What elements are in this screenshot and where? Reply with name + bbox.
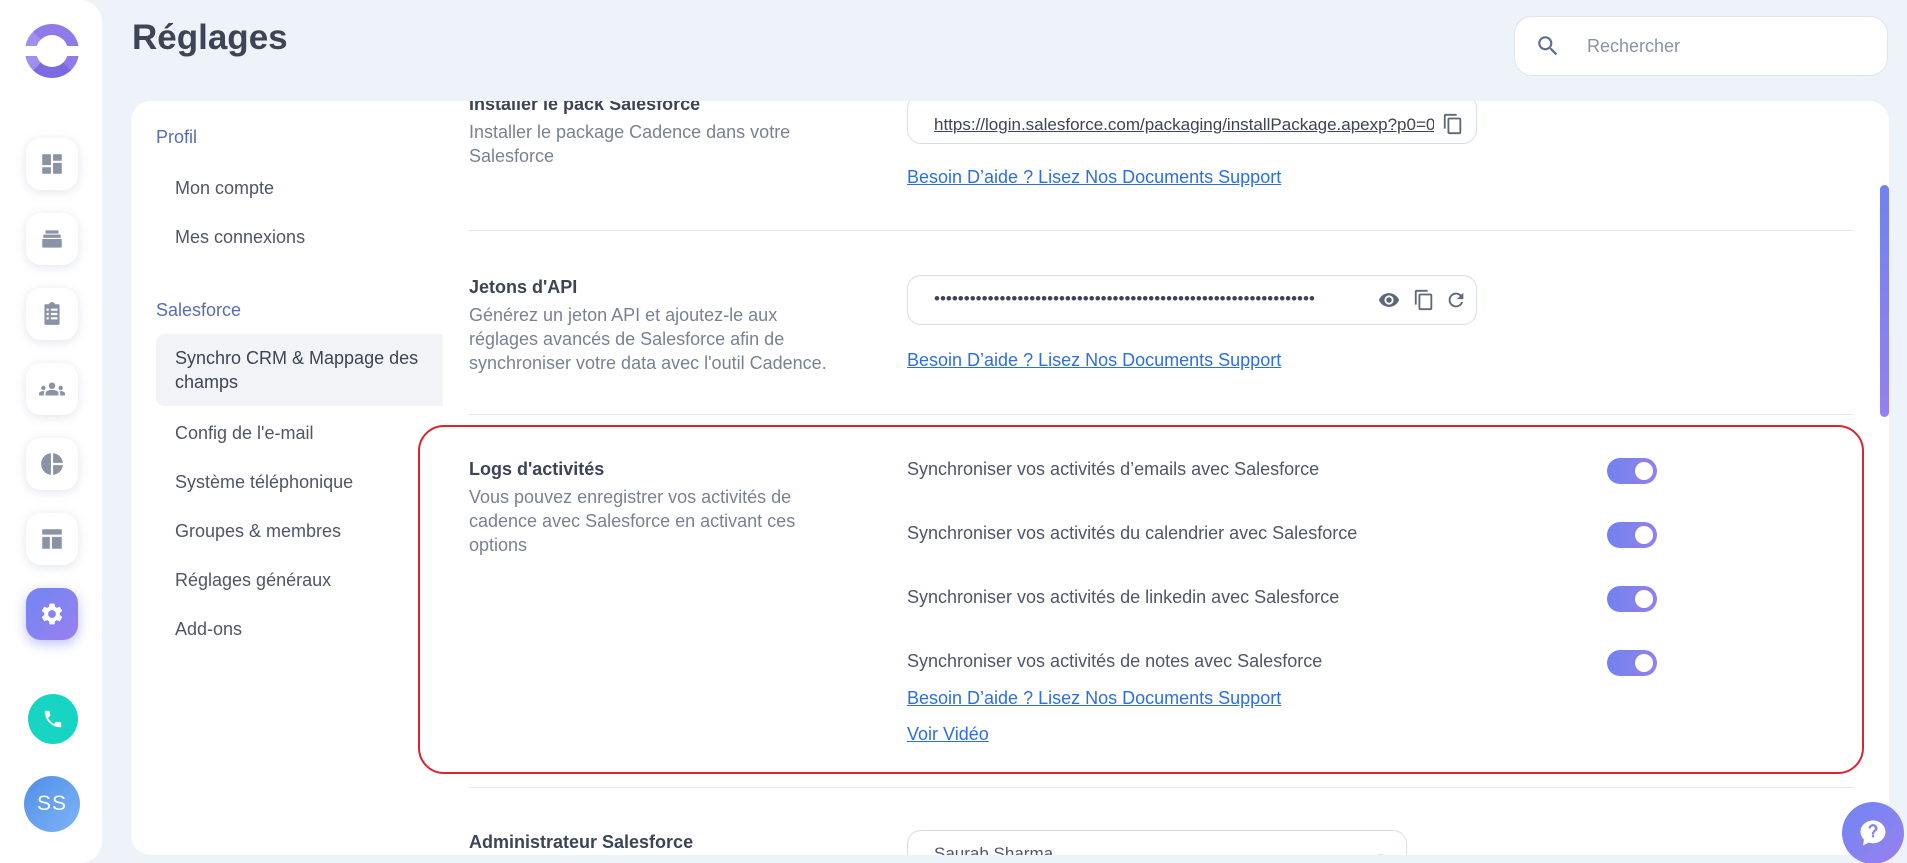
show-token-button[interactable] — [1378, 289, 1400, 311]
page-title: Réglages — [132, 18, 288, 57]
cadence-logo[interactable] — [22, 24, 82, 78]
dialer-button[interactable] — [28, 694, 78, 744]
api-section-description: Générez un jeton API et ajoutez-le aux r… — [469, 305, 827, 373]
toggle-label-emails: Synchroniser vos activités d’emails avec… — [907, 459, 1320, 479]
admin-select-value: Saurab Sharma — [934, 844, 1054, 855]
subnav-item-add-ons[interactable]: Add-ons — [156, 617, 443, 641]
admin-select[interactable]: Saurab Sharma — [907, 830, 1407, 855]
user-avatar[interactable]: SS — [24, 776, 80, 832]
dashboard-icon — [42, 154, 62, 174]
toggle-sync-emails[interactable] — [1607, 458, 1657, 484]
eye-icon — [1378, 293, 1400, 307]
logs-section-title: Logs d'activités — [469, 459, 605, 479]
search-box[interactable] — [1514, 16, 1888, 76]
api-token-field[interactable]: ••••••••••••••••••••••••••••••••••••••••… — [907, 275, 1477, 325]
toggle-label-calendar: Synchroniser vos activités du calendrier… — [907, 523, 1358, 543]
chevron-down-icon — [1378, 854, 1384, 855]
phone-icon — [44, 710, 62, 728]
toggle-label-notes: Synchroniser vos activités de notes avec… — [907, 651, 1323, 671]
content-scrollbar[interactable] — [1880, 185, 1889, 417]
subnav-item-synchro-crm[interactable]: Synchro CRM & Mappage des champs — [156, 334, 443, 406]
settings-card: Profil Mon compte Mes connexions Salesfo… — [131, 101, 1889, 855]
logs-section-description: Vous pouvez enregistrer vos activités de… — [469, 487, 796, 555]
salesforce-settings-content: Installer le pack Salesforce Installer l… — [443, 101, 1889, 855]
install-section-description: Installer le package Cadence dans votre … — [469, 122, 791, 166]
subnav-item-groupes-membres[interactable]: Groupes & membres — [156, 519, 443, 543]
people-nav-button[interactable] — [26, 363, 78, 415]
copy-icon — [1443, 113, 1462, 135]
divider — [469, 787, 1854, 788]
refresh-icon — [1448, 292, 1464, 308]
logs-help-link[interactable]: Besoin D’aide ? Lisez Nos Documents Supp… — [907, 688, 1281, 709]
copy-token-button[interactable] — [1413, 289, 1435, 311]
watch-video-link[interactable]: Voir Vidéo — [907, 724, 989, 745]
toggle-sync-notes[interactable] — [1607, 650, 1657, 676]
subnav-item-systeme-telephonique[interactable]: Système téléphonique — [156, 470, 443, 494]
layers-icon — [42, 230, 62, 248]
subnav-item-mes-connexions[interactable]: Mes connexions — [156, 225, 443, 249]
app-sidebar: SS — [0, 0, 102, 863]
help-chat-button[interactable] — [1842, 802, 1904, 863]
subnav-item-config-email[interactable]: Config de l'e-mail — [156, 421, 443, 445]
search-input[interactable] — [1587, 35, 1867, 57]
tasks-nav-button[interactable] — [26, 288, 78, 340]
divider — [469, 414, 1854, 415]
api-section-title: Jetons d'API — [469, 277, 578, 297]
install-section-title: Installer le pack Salesforce — [469, 101, 701, 114]
toggle-sync-calendar[interactable] — [1607, 522, 1657, 548]
api-help-link[interactable]: Besoin D’aide ? Lisez Nos Documents Supp… — [907, 350, 1281, 371]
install-help-link[interactable]: Besoin D’aide ? Lisez Nos Documents Supp… — [907, 167, 1281, 188]
cadences-nav-button[interactable] — [26, 213, 78, 265]
analytics-nav-button[interactable] — [26, 438, 78, 490]
toggle-label-linkedin: Synchroniser vos activités de linkedin a… — [907, 587, 1340, 607]
pie-chart-icon — [41, 453, 63, 475]
people-icon — [39, 382, 65, 396]
chat-icon — [1860, 820, 1886, 846]
gear-icon — [41, 603, 63, 625]
settings-nav-button[interactable] — [26, 588, 78, 640]
settings-subnav: Profil Mon compte Mes connexions Salesfo… — [131, 101, 443, 855]
admin-section-title: Administrateur Salesforce — [469, 832, 694, 852]
templates-nav-button[interactable] — [26, 513, 78, 565]
subnav-group-salesforce: Salesforce — [156, 300, 242, 320]
install-url-link[interactable]: https://login.salesforce.com/packaging/i… — [934, 115, 1434, 135]
subnav-group-profil: Profil — [156, 127, 198, 147]
toggle-sync-linkedin[interactable] — [1607, 586, 1657, 612]
divider — [469, 230, 1854, 231]
copy-url-button[interactable] — [1442, 113, 1464, 135]
clipboard-icon — [44, 302, 60, 325]
copy-icon — [1414, 289, 1433, 311]
dashboard-nav-button[interactable] — [26, 138, 78, 190]
api-token-value: ••••••••••••••••••••••••••••••••••••••••… — [934, 289, 1314, 308]
subnav-item-mon-compte[interactable]: Mon compte — [156, 176, 443, 200]
search-icon — [1538, 36, 1558, 56]
regenerate-token-button[interactable] — [1445, 289, 1467, 311]
install-url-field[interactable]: https://login.salesforce.com/packaging/i… — [907, 101, 1477, 144]
layout-icon — [42, 529, 62, 549]
subnav-item-reglages-generaux[interactable]: Réglages généraux — [156, 568, 443, 592]
